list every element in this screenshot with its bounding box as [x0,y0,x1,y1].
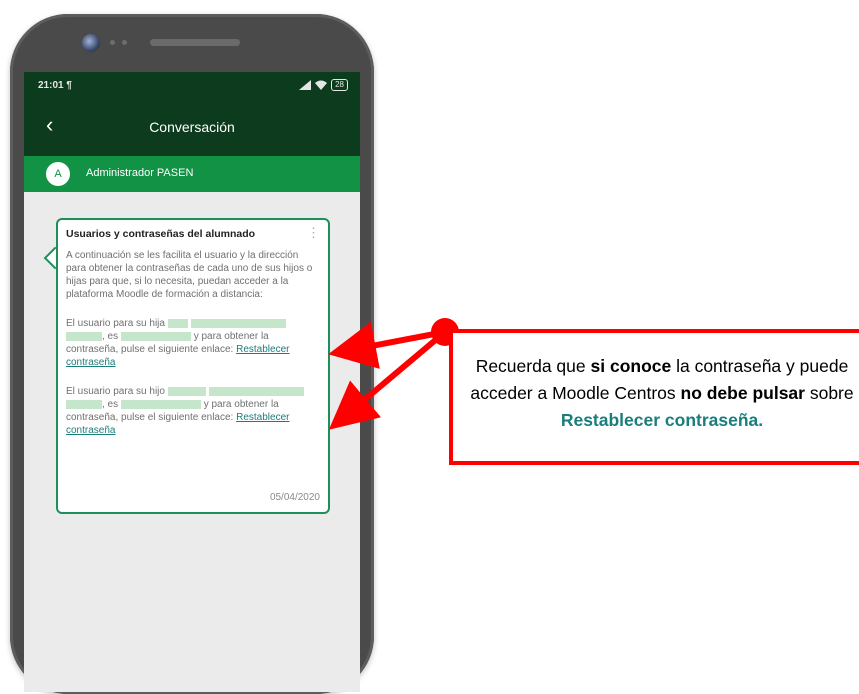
annotation-arrows [328,318,459,430]
callout-text: Recuerda que si conoce la contraseña y p… [470,356,854,430]
arrow-to-second-link [328,329,447,430]
callout-box: Recuerda que si conoce la contraseña y p… [449,329,859,465]
